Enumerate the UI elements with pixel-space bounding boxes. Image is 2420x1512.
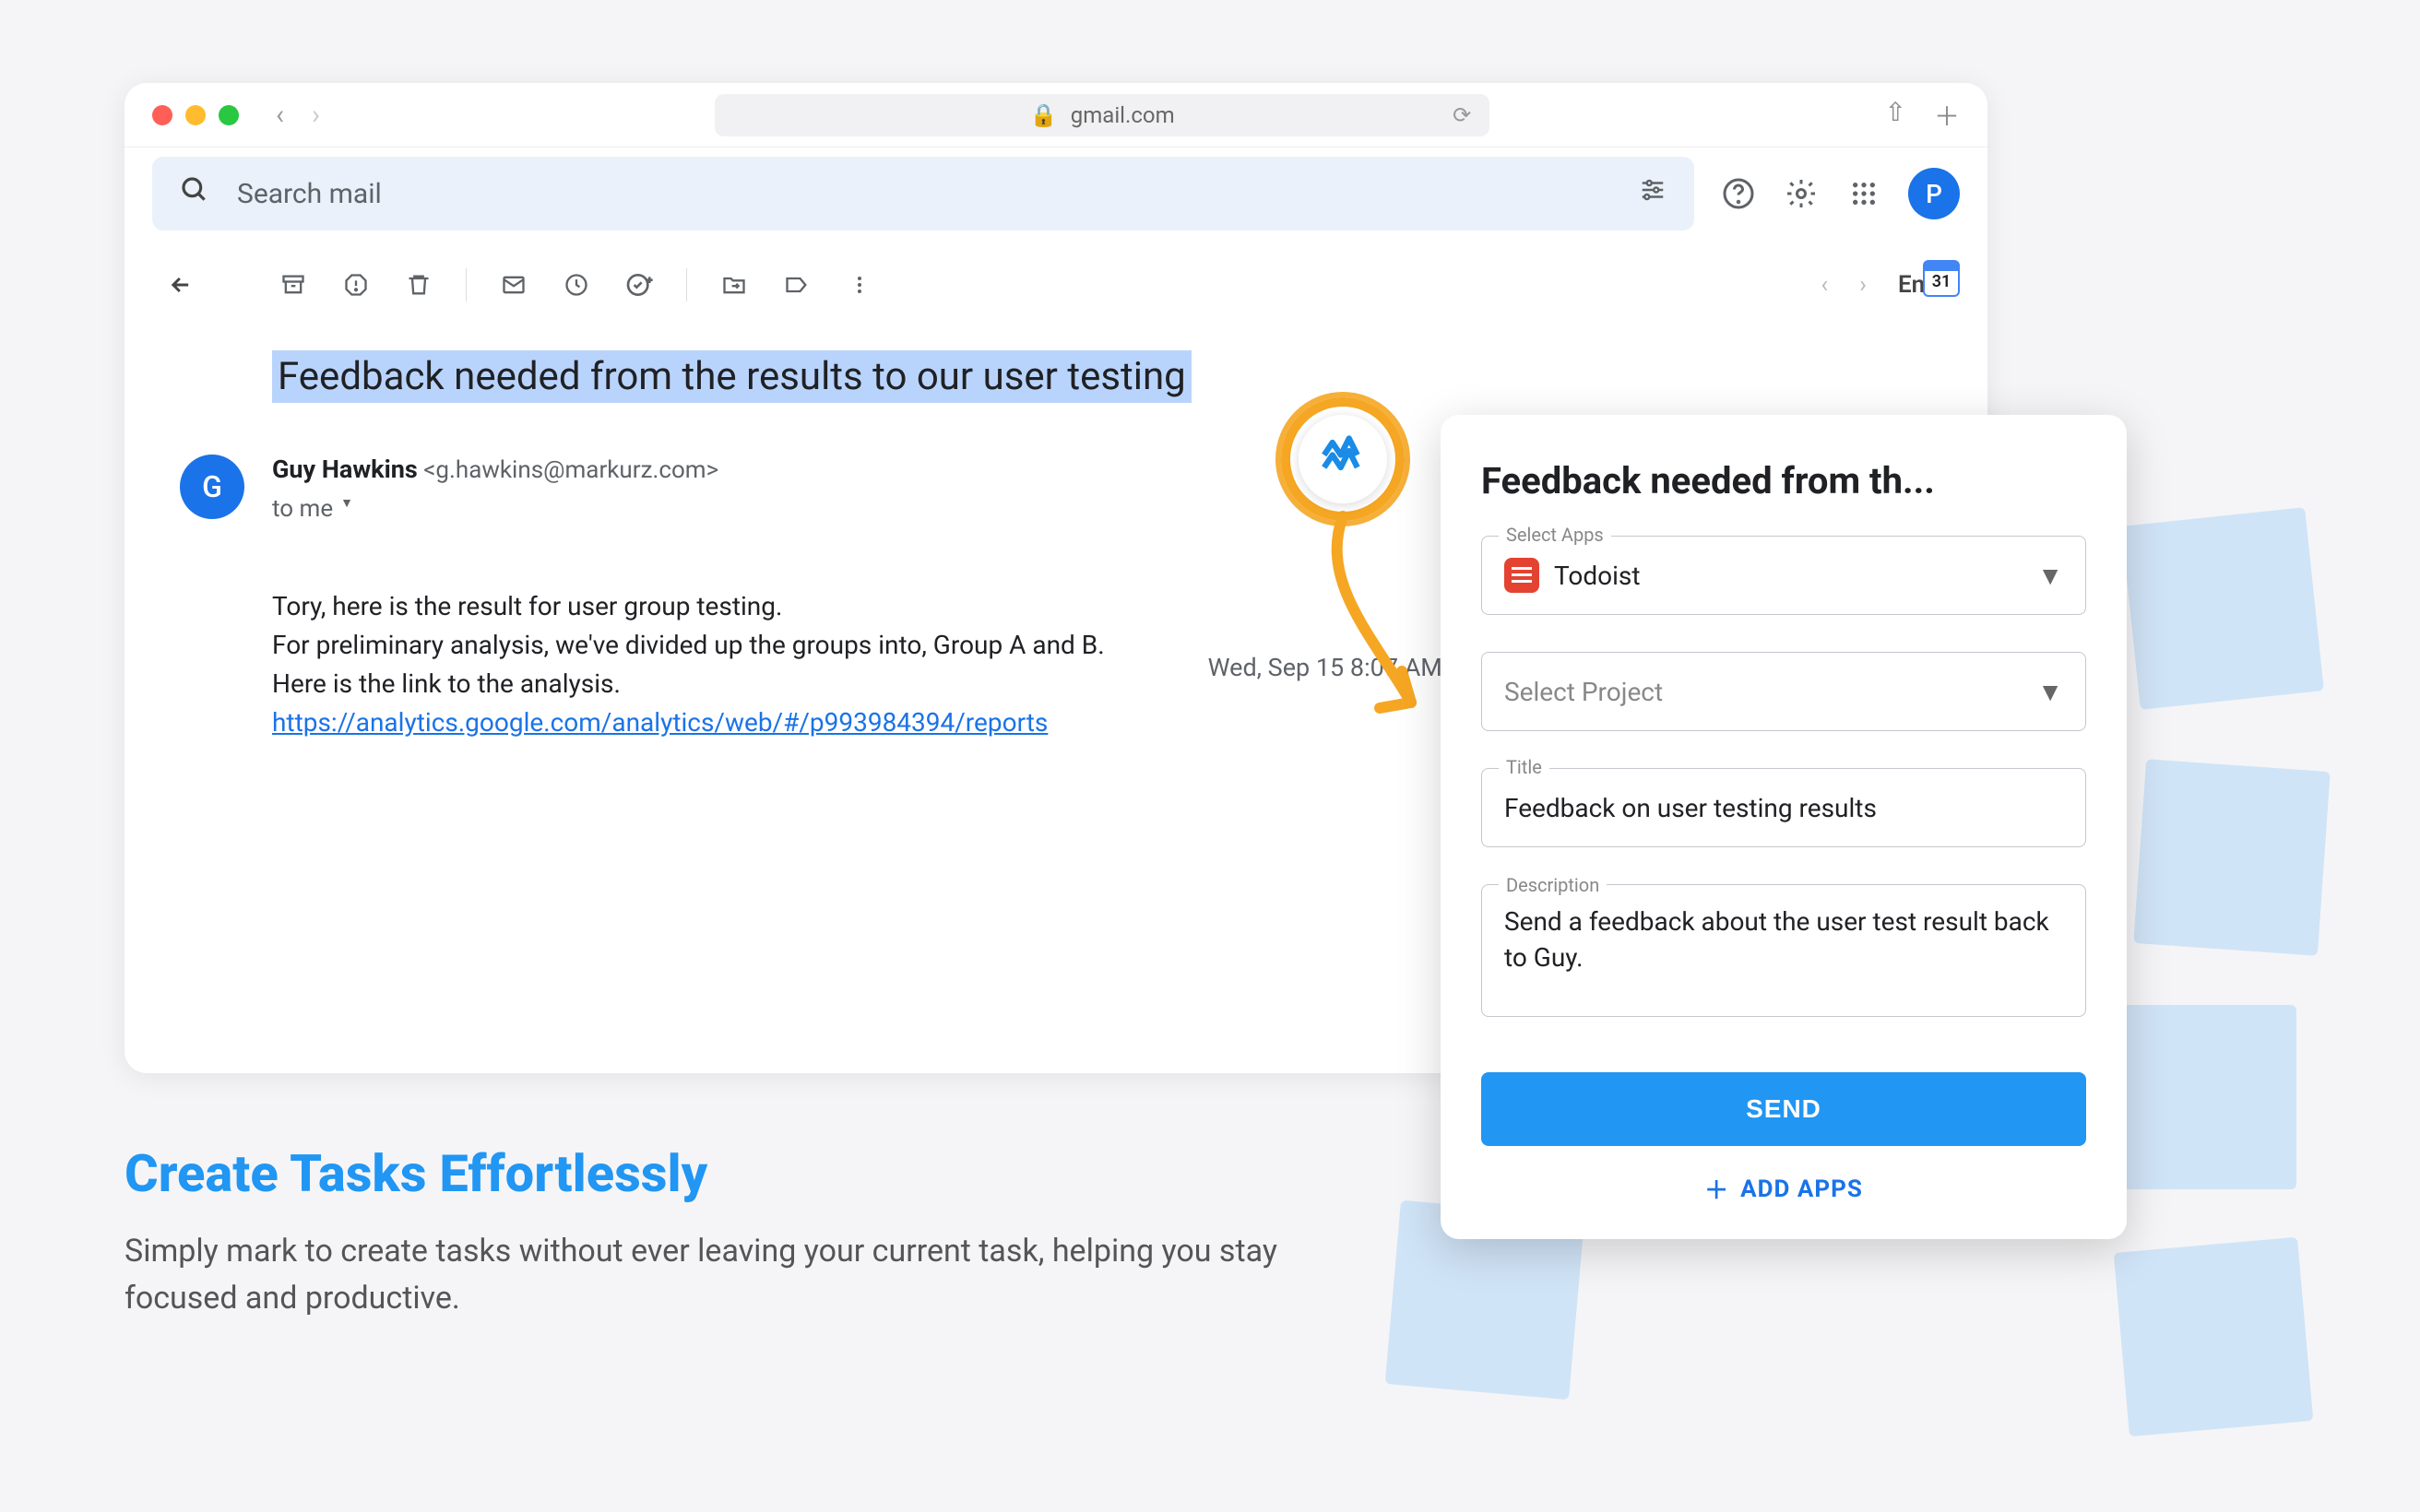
marketing-body: Simply mark to create tasks without ever…: [125, 1228, 1360, 1322]
refresh-icon[interactable]: ⟳: [1453, 102, 1471, 128]
select-project-field[interactable]: Select Project ▼: [1481, 652, 2086, 731]
traffic-lights: [152, 105, 239, 125]
markurz-logo-icon: [1299, 415, 1387, 503]
deco-square: [2121, 507, 2324, 710]
next-email-icon[interactable]: ›: [1859, 271, 1867, 299]
browser-chrome: ‹ › 🔒 gmail.com ⟳ ⇧ ＋: [125, 83, 1987, 148]
maximize-dot-icon[interactable]: [219, 105, 239, 125]
project-placeholder: Select Project: [1504, 677, 1663, 707]
move-to-icon[interactable]: [718, 269, 750, 301]
marketing-copy: Create Tasks Effortlessly Simply mark to…: [125, 1143, 1360, 1322]
lock-icon: 🔒: [1030, 102, 1058, 128]
calendar-sidebar-icon[interactable]: 31: [1923, 260, 1960, 297]
separator: [466, 268, 467, 301]
back-icon[interactable]: [165, 269, 196, 301]
delete-icon[interactable]: [403, 269, 434, 301]
nav-forward-icon[interactable]: ›: [312, 99, 320, 131]
popup-title: Feedback needed from th...: [1481, 459, 2086, 502]
archive-icon[interactable]: [278, 269, 309, 301]
email-link[interactable]: https://analytics.google.com/analytics/w…: [272, 707, 1048, 738]
email-toolbar: ‹ › En ▼: [143, 253, 1969, 317]
title-value: Feedback on user testing results: [1504, 793, 1877, 823]
chevron-down-icon: ▼: [340, 495, 353, 523]
mark-unread-icon[interactable]: [498, 269, 529, 301]
nav-arrows: ‹ ›: [276, 99, 320, 131]
marketing-heading: Create Tasks Effortlessly: [125, 1143, 1360, 1204]
language-label: En: [1898, 271, 1925, 299]
gmail-header-actions: P: [1720, 168, 1960, 219]
todoist-icon: [1504, 558, 1539, 593]
filter-icon[interactable]: [1639, 176, 1667, 211]
to-line[interactable]: to me ▼: [272, 495, 353, 523]
url-bar[interactable]: 🔒 gmail.com ⟳: [715, 94, 1489, 136]
email-subject[interactable]: Feedback needed from the results to our …: [272, 350, 1192, 403]
field-label: Title: [1499, 756, 1549, 778]
to-label: to me: [272, 495, 333, 523]
select-apps-field[interactable]: Select Apps Todoist ▼: [1481, 536, 2086, 615]
field-label: Select Apps: [1499, 524, 1611, 546]
more-icon[interactable]: [844, 269, 875, 301]
label-icon[interactable]: [781, 269, 813, 301]
separator: [686, 268, 687, 301]
apps-value: Todoist: [1554, 561, 1641, 591]
deco-square: [2133, 759, 2330, 955]
deco-square: [2114, 1237, 2314, 1437]
sender-avatar[interactable]: G: [180, 455, 244, 519]
close-dot-icon[interactable]: [152, 105, 172, 125]
search-placeholder: Search mail: [237, 178, 382, 210]
add-apps-label: ADD APPS: [1740, 1175, 1863, 1203]
gmail-header: Search mail P: [125, 148, 1987, 240]
user-avatar[interactable]: P: [1908, 168, 1960, 219]
sender-email: <g.hawkins@markurz.com>: [423, 456, 718, 484]
search-input[interactable]: Search mail: [152, 157, 1694, 230]
minimize-dot-icon[interactable]: [185, 105, 206, 125]
markurz-trigger[interactable]: [1299, 415, 1400, 516]
new-tab-icon[interactable]: ＋: [1934, 97, 1960, 134]
send-button[interactable]: SEND: [1481, 1072, 2086, 1146]
help-icon[interactable]: [1720, 175, 1757, 212]
spam-icon[interactable]: [340, 269, 372, 301]
apps-grid-icon[interactable]: [1845, 175, 1882, 212]
plus-icon: ＋: [1704, 1172, 1729, 1206]
sender-initial: G: [202, 469, 222, 504]
share-icon[interactable]: ⇧: [1885, 97, 1906, 134]
deco-square: [2112, 1005, 2296, 1189]
prev-email-icon[interactable]: ‹: [1821, 271, 1828, 299]
search-icon: [180, 175, 209, 213]
description-field[interactable]: Description Send a feedback about the us…: [1481, 884, 2086, 1017]
task-popup: Feedback needed from th... Select Apps T…: [1441, 415, 2127, 1239]
title-field[interactable]: Title Feedback on user testing results: [1481, 768, 2086, 847]
add-task-icon[interactable]: [623, 269, 655, 301]
chevron-down-icon: ▼: [2037, 677, 2063, 707]
sender-meta: Guy Hawkins <g.hawkins@markurz.com> to m…: [272, 455, 718, 523]
sender-name: Guy Hawkins: [272, 455, 418, 484]
field-label: Description: [1499, 872, 1607, 898]
chevron-down-icon: ▼: [2037, 561, 2063, 591]
browser-actions: ⇧ ＋: [1885, 97, 1960, 134]
snooze-icon[interactable]: [561, 269, 592, 301]
send-label: SEND: [1746, 1094, 1821, 1123]
calendar-day: 31: [1932, 272, 1951, 291]
nav-back-icon[interactable]: ‹: [276, 99, 284, 131]
avatar-initial: P: [1926, 179, 1942, 209]
url-text: gmail.com: [1071, 102, 1175, 128]
add-apps-button[interactable]: ＋ ADD APPS: [1481, 1172, 2086, 1206]
description-value: Send a feedback about the user test resu…: [1504, 904, 2063, 975]
settings-icon[interactable]: [1783, 175, 1820, 212]
